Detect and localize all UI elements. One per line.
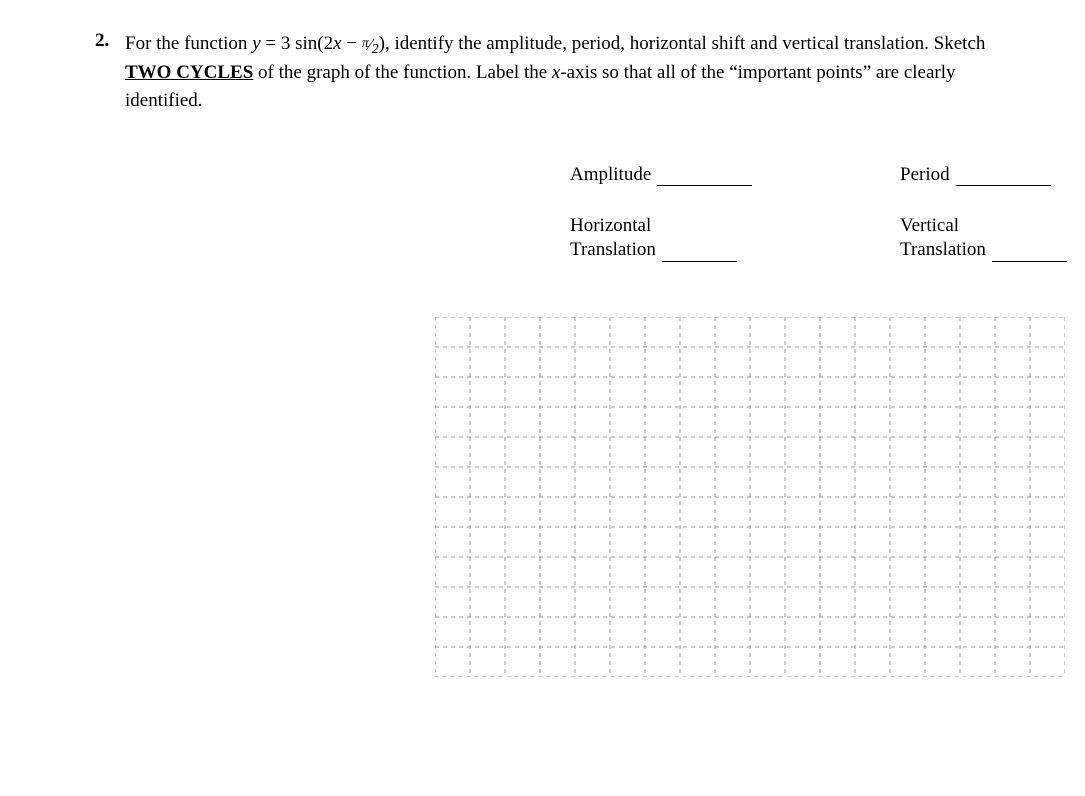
equation-2x: 2x − — [324, 33, 362, 54]
vert-label-2: Translation — [900, 238, 986, 262]
equation-pi-over-2: π⁄2 — [362, 33, 379, 60]
amplitude-label: Amplitude — [570, 164, 651, 186]
horizontal-label-stack: Horizontal Translation — [570, 214, 737, 262]
two-cycles: TWO CYCLES — [125, 62, 253, 83]
vertical-label-stack: Vertical Translation — [900, 214, 1067, 262]
graph-grid[interactable] — [435, 317, 1065, 677]
answer-vertical: Vertical Translation — [900, 214, 1085, 262]
question-text-part1: For the function — [125, 33, 252, 54]
horiz-label-2: Translation — [570, 238, 656, 262]
horiz-label-1: Horizontal — [570, 214, 737, 238]
period-label: Period — [900, 164, 950, 186]
grid-lines — [435, 317, 1065, 677]
answer-period: Period — [900, 164, 1085, 186]
answer-amplitude: Amplitude — [570, 164, 820, 186]
equation-eq: = 3 sin — [261, 33, 318, 54]
answer-row-1: Amplitude Period — [570, 164, 1025, 186]
question-number: 2. — [95, 30, 125, 52]
amplitude-blank[interactable] — [657, 167, 752, 186]
answer-horizontal: Horizontal Translation — [570, 214, 820, 262]
horizontal-blank[interactable] — [662, 243, 737, 262]
question-text: For the function y = 3 sin(2x − π⁄2), id… — [125, 30, 1025, 114]
equation-y: y — [252, 33, 260, 54]
question-block: 2. For the function y = 3 sin(2x − π⁄2),… — [95, 30, 1025, 114]
question-text-part3: of the graph of the function. Label the — [253, 62, 552, 83]
vertical-blank[interactable] — [992, 243, 1067, 262]
question-text-part2: , identify the amplitude, period, horizo… — [385, 33, 985, 54]
period-blank[interactable] — [956, 167, 1051, 186]
vert-label-1: Vertical — [900, 214, 1067, 238]
graph-grid-container — [435, 317, 1025, 683]
answer-row-2: Horizontal Translation Vertical Translat… — [570, 214, 1025, 262]
